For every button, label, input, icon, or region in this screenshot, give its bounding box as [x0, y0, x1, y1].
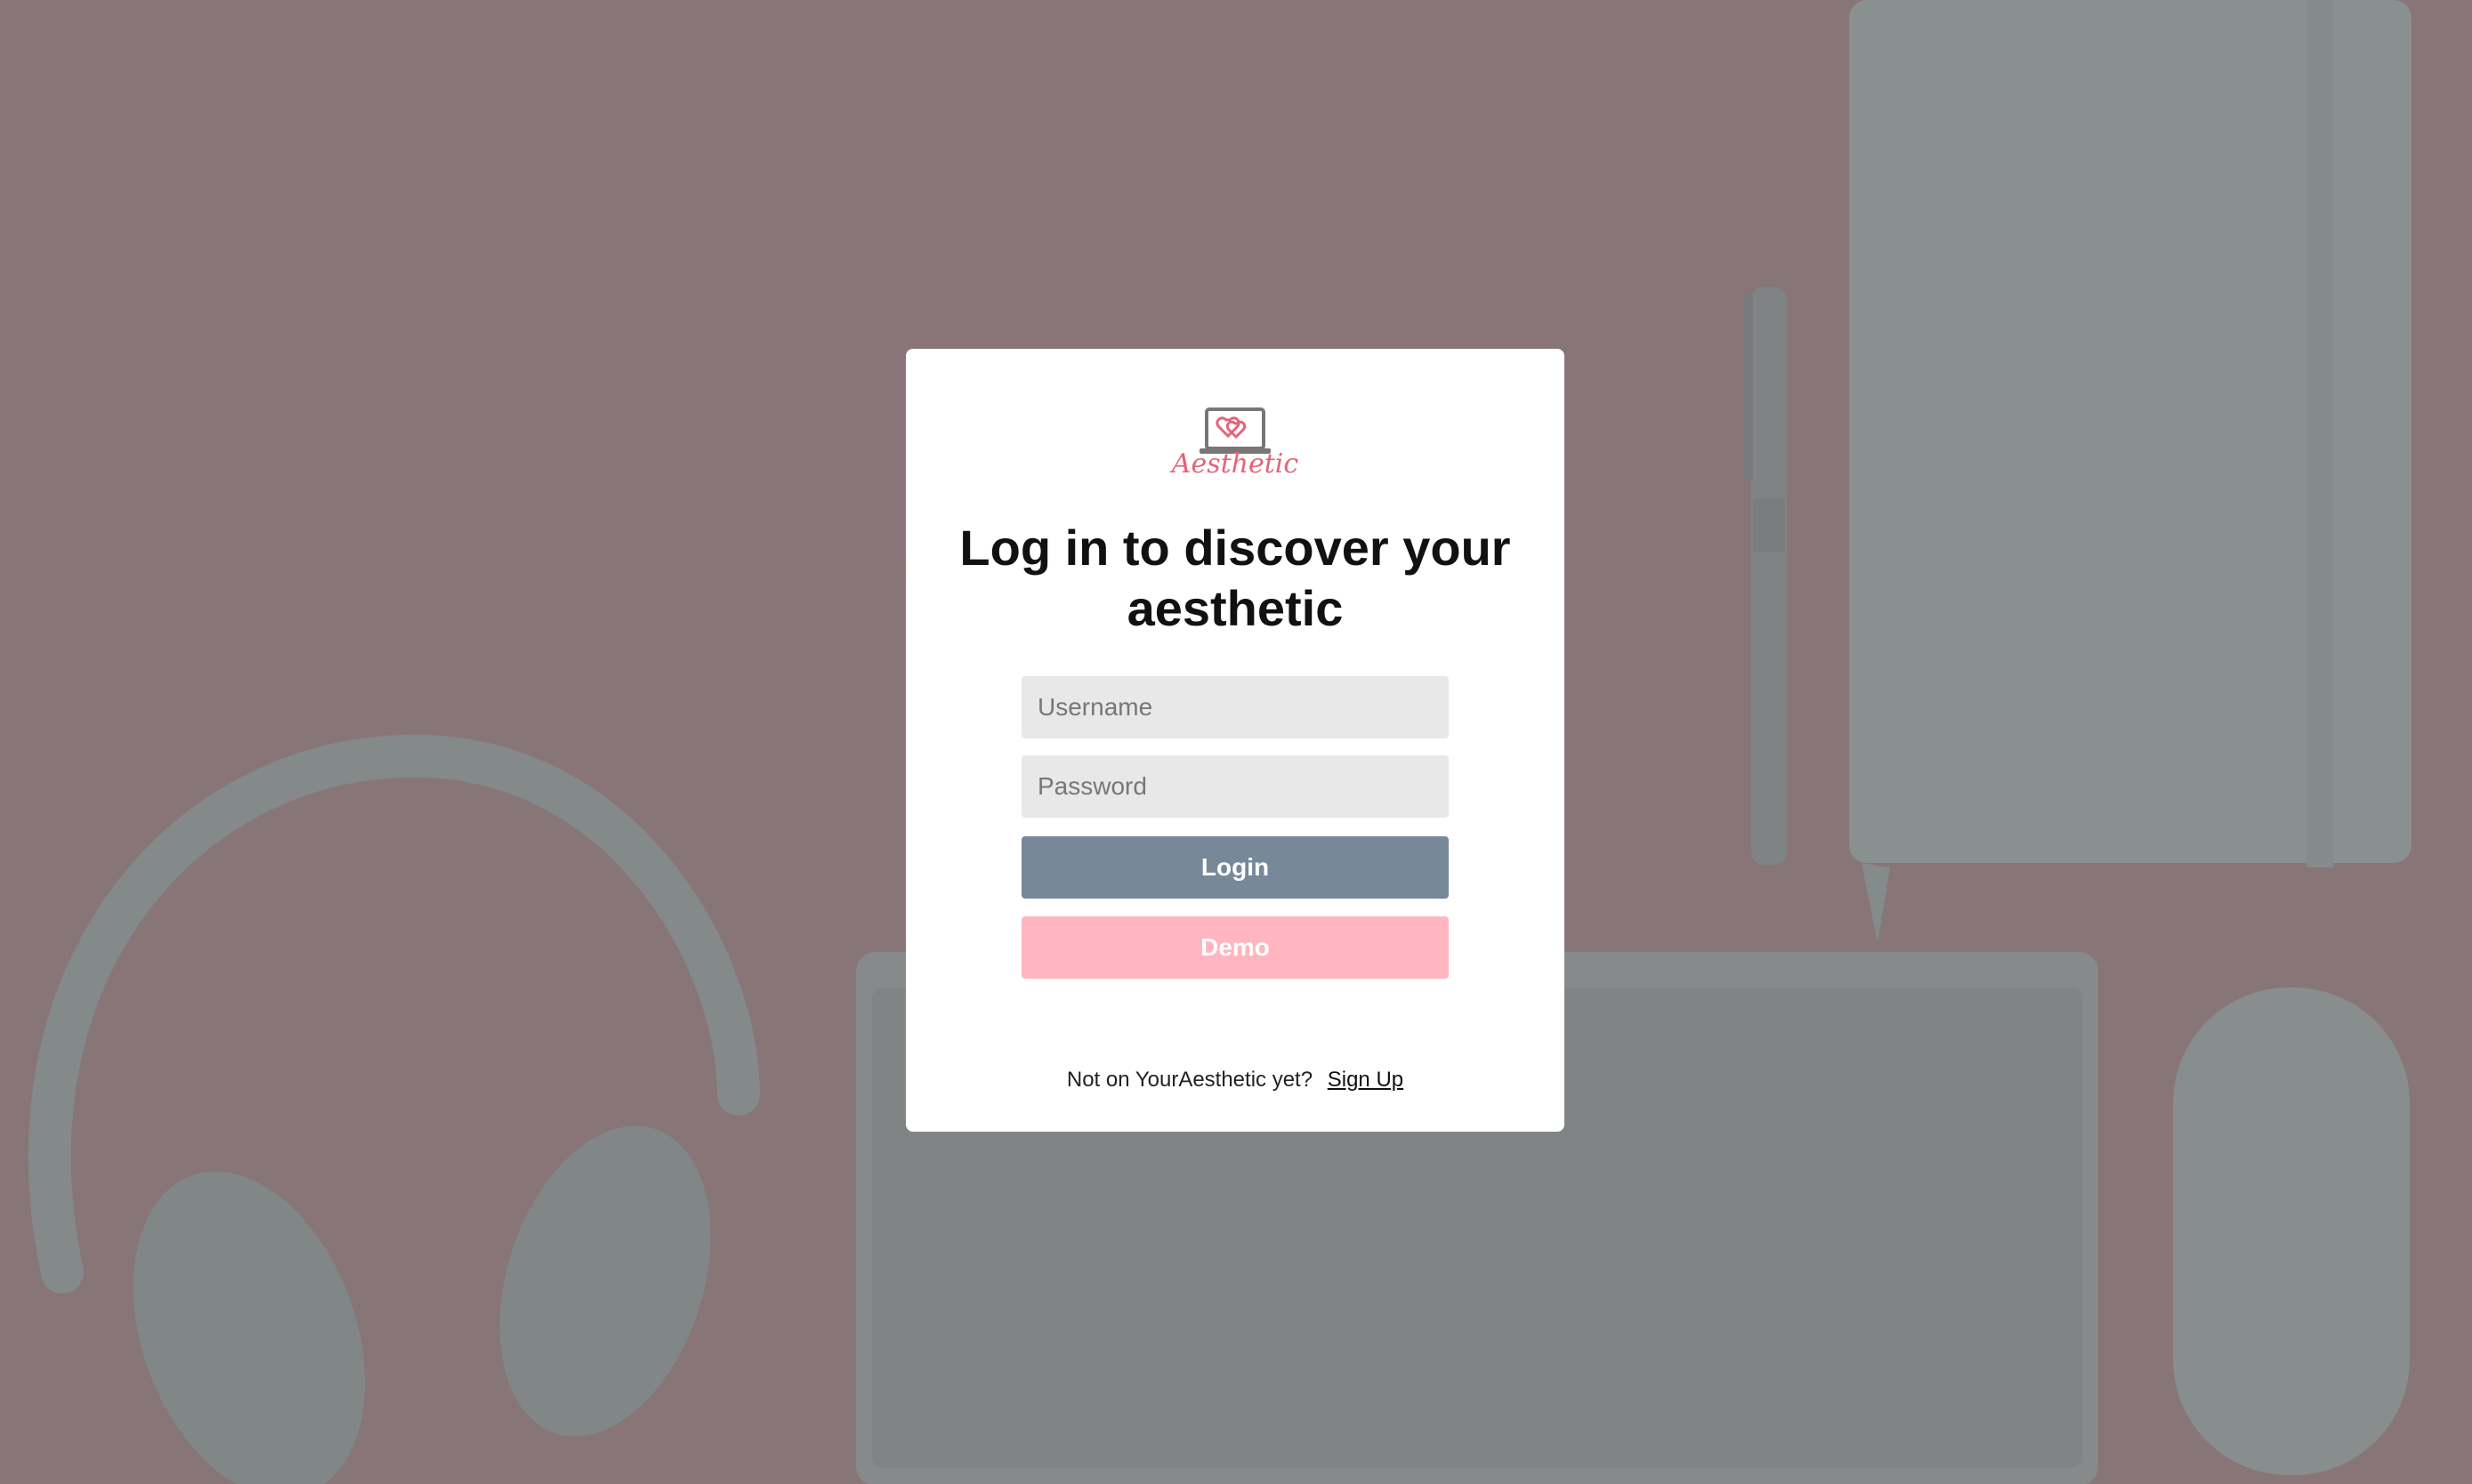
signup-footer: Not on YourAesthetic yet? Sign Up	[906, 1068, 1564, 1093]
signup-link[interactable]: Sign Up	[1328, 1068, 1403, 1092]
logo-text: Aesthetic	[1171, 448, 1299, 480]
username-input[interactable]	[1022, 676, 1449, 738]
page-title: Log in to discover your aesthetic	[959, 520, 1511, 636]
login-card: Aesthetic Log in to discover your aesthe…	[906, 349, 1564, 1132]
password-input[interactable]	[1022, 755, 1449, 818]
demo-button[interactable]: Demo	[1022, 916, 1449, 979]
login-button[interactable]: Login	[1022, 836, 1449, 899]
signup-prompt: Not on YourAesthetic yet?	[1066, 1068, 1313, 1092]
